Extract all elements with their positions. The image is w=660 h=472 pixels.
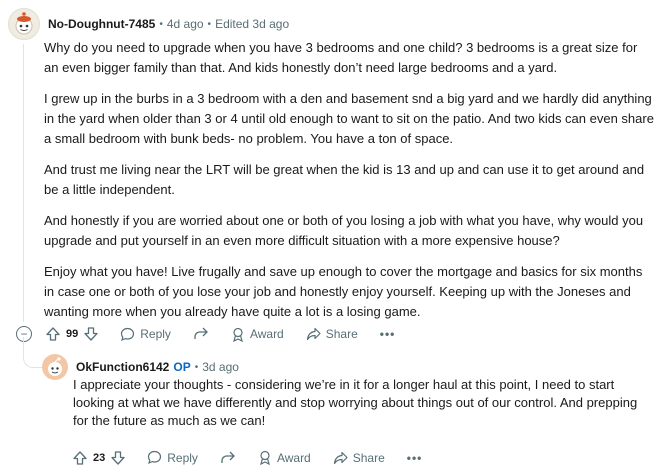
share-icon [306,327,321,341]
share-label: Share [352,450,385,465]
upvote-icon[interactable] [73,450,87,465]
separator-dot: • [207,18,212,30]
thread-line[interactable] [23,44,24,322]
award-button[interactable]: Award [231,327,284,342]
comment-paragraph: Enjoy what you have! Live frugally and s… [44,264,643,319]
comment-edited: Edited 3d ago [215,17,290,31]
comment-paragraph: And honestly if you are worried about on… [44,213,644,248]
share-button[interactable]: Share [306,327,358,341]
vote-count: 23 [93,451,106,464]
vote-control: 99 [46,327,98,341]
award-icon [258,450,272,465]
share-button[interactable]: Share [333,451,385,465]
comment-time[interactable]: 4d ago [167,17,204,31]
snoo-avatar-icon [15,12,33,35]
reply-label: Reply [140,327,171,341]
user-avatar[interactable] [8,8,40,40]
comment-thread: No-Doughnut-7485 • 4d ago • Edited 3d ag… [0,0,660,472]
forward-button[interactable] [220,451,236,465]
comment-header: No-Doughnut-7485 • 4d ago • Edited 3d ag… [8,8,289,40]
reply-avatar[interactable] [42,354,68,380]
vote-control: 23 [73,450,125,465]
reply-button[interactable]: Reply [120,327,171,342]
comment-author[interactable]: No-Doughnut-7485 [48,17,155,31]
reply-body: I appreciate your thoughts - considering… [73,376,643,430]
more-icon[interactable]: ••• [407,451,423,465]
share-label: Share [325,327,358,341]
share-icon [333,451,348,465]
reply-time[interactable]: 3d ago [202,360,239,374]
award-label: Award [249,327,284,341]
award-button[interactable]: Award [258,450,311,465]
comment-paragraph: I grew up in the burbs in a 3 bedroom wi… [44,91,654,146]
comment-paragraph: Why do you need to upgrade when you have… [44,40,638,75]
op-badge: OP [173,360,191,374]
separator-dot: • [159,18,163,30]
award-icon [231,327,245,342]
comment-paragraph: And trust me living near the LRT will be… [44,162,645,197]
reply-button[interactable]: Reply [147,450,198,465]
reply-connector [23,337,42,368]
reply-actions: 23 Reply Award Share ••• [73,450,422,465]
comment-actions: − 99 Reply Award Share ••• [16,326,395,342]
downvote-icon[interactable] [111,450,125,465]
reply-text: I appreciate your thoughts - considering… [73,377,638,428]
downvote-icon[interactable] [84,327,98,341]
award-label: Award [276,450,311,465]
reply-icon [147,450,162,465]
separator-dot: • [194,361,199,373]
upvote-icon[interactable] [46,327,60,341]
reply-author[interactable]: OkFunction6142 [76,360,169,374]
snoo-avatar-icon [48,357,62,376]
reply-label: Reply [167,450,198,465]
more-icon[interactable]: ••• [380,327,396,341]
comment-body: Why do you need to upgrade when you have… [44,38,654,333]
forward-icon [220,451,236,465]
forward-button[interactable] [193,327,209,341]
reply-icon [120,327,135,342]
vote-count: 99 [66,328,79,340]
forward-icon [193,327,209,341]
